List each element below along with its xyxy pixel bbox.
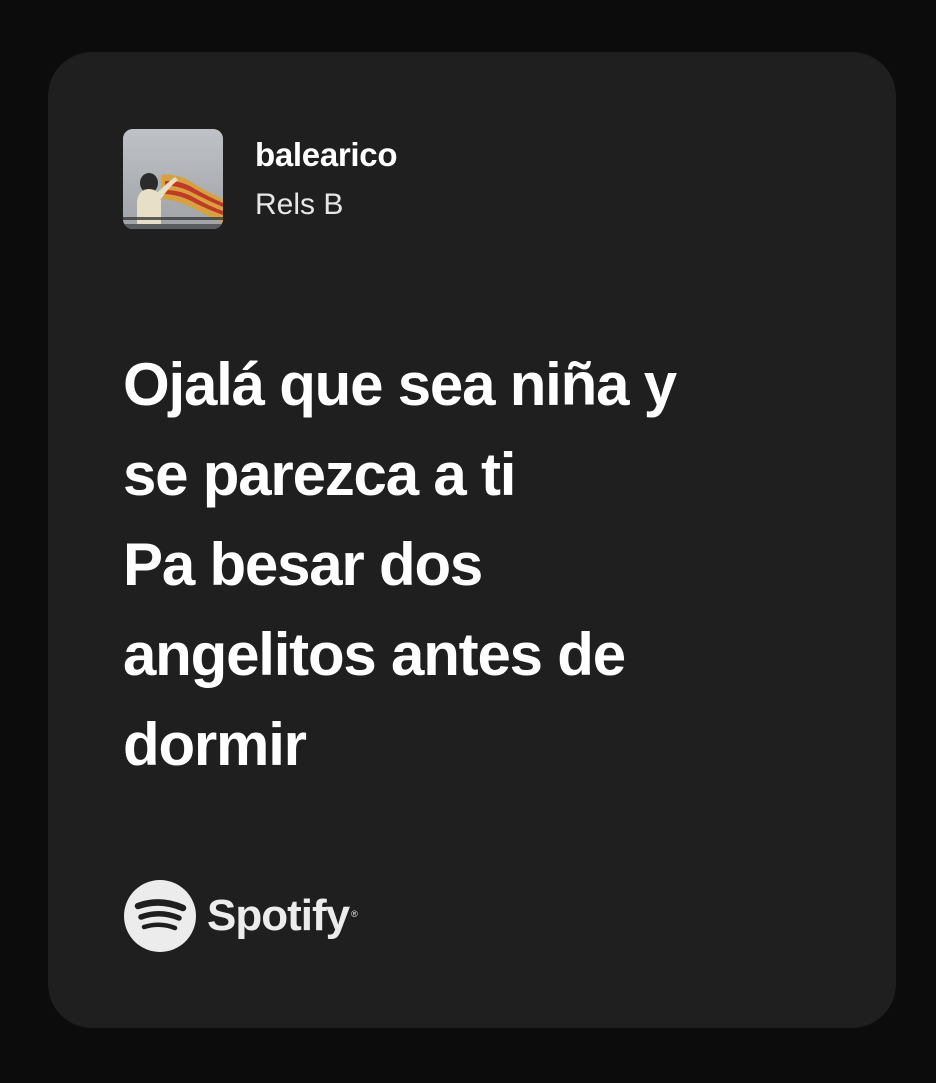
lyrics-text: Ojalá que sea niña y se parezca a ti Pa … — [123, 340, 823, 790]
artist-name: Rels B — [255, 188, 344, 221]
album-cover — [123, 129, 223, 229]
lyric-line: Ojalá que sea niña y — [123, 351, 677, 418]
lyric-line: se parezca a ti — [123, 441, 516, 508]
lyrics-share-card: balearico Rels B Ojalá que sea niña y se… — [48, 52, 896, 1028]
lyric-line: angelitos antes de — [123, 621, 626, 688]
spotify-brand: Spotify ® — [123, 878, 358, 954]
spotify-wordmark: Spotify — [207, 891, 350, 940]
spotify-logo-icon — [124, 880, 196, 952]
song-title: balearico — [255, 136, 398, 173]
registered-mark: ® — [351, 909, 358, 919]
lyric-line: dormir — [123, 711, 307, 778]
lyric-line: Pa besar dos — [123, 531, 483, 598]
